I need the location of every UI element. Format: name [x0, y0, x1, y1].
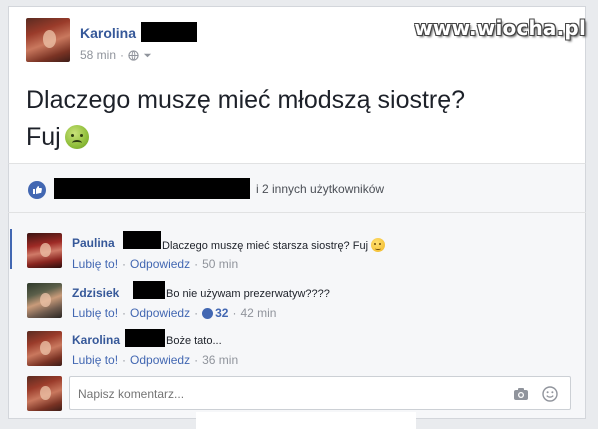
- actions-separator: ·: [122, 257, 127, 271]
- actions-separator: ·: [122, 353, 127, 367]
- comment-avatar-karolina[interactable]: [27, 331, 62, 366]
- redaction-bar: [133, 281, 165, 299]
- comment-text: Dlaczego muszę mieć starsza siostrę? Fuj: [162, 238, 386, 252]
- emoji-icon[interactable]: [542, 386, 558, 402]
- like-icon[interactable]: [28, 181, 46, 199]
- comment-actions: Lubię to! · Odpowiedz · 32 · 42 min: [72, 306, 276, 320]
- active-comment-indicator: [10, 229, 12, 269]
- post-time[interactable]: 58 min: [80, 48, 116, 62]
- comment-time[interactable]: 36 min: [202, 353, 238, 367]
- reaction-count-value: 32: [215, 306, 229, 320]
- comment-author[interactable]: Karolina: [72, 333, 120, 347]
- post-author-avatar[interactable]: [26, 18, 70, 62]
- post-text-line2: Fuj: [26, 123, 89, 152]
- redaction-bar: [123, 231, 161, 249]
- post-author-name[interactable]: Karolina: [80, 25, 136, 41]
- post-text-line2-label: Fuj: [26, 123, 61, 151]
- comment-input[interactable]: [78, 387, 478, 401]
- reaction-count[interactable]: 32: [202, 306, 228, 320]
- comment-time[interactable]: 50 min: [202, 257, 238, 271]
- globe-icon: [128, 49, 139, 61]
- actions-separator: ·: [194, 306, 199, 320]
- comment-text-label: Dlaczego muszę mieć starsza siostrę? Fuj: [162, 240, 369, 252]
- avatar-face: [40, 385, 51, 400]
- comment-text: Bo nie używam prezerwatyw????: [166, 288, 330, 300]
- comment-time[interactable]: 42 min: [240, 306, 276, 320]
- watermark: www.wiocha.pl: [414, 16, 586, 40]
- actions-separator: ·: [232, 306, 237, 320]
- comment-actions: Lubię to! · Odpowiedz · 36 min: [72, 353, 238, 367]
- avatar-face: [40, 340, 51, 355]
- redaction-bar: [141, 22, 197, 42]
- post-meta: 58 min ·: [80, 48, 152, 62]
- chevron-down-icon[interactable]: [143, 51, 152, 60]
- likes-summary[interactable]: i 2 innych użytkowników: [256, 182, 384, 196]
- reply-link[interactable]: Odpowiedz: [130, 306, 190, 320]
- comment-text: Boże tato...: [166, 335, 222, 347]
- meta-separator: ·: [120, 48, 125, 62]
- actions-separator: ·: [194, 353, 199, 367]
- actions-separator: ·: [194, 257, 199, 271]
- comment-composer[interactable]: [69, 376, 571, 410]
- reply-link[interactable]: Odpowiedz: [130, 353, 190, 367]
- comment-author[interactable]: Paulina: [72, 236, 115, 250]
- like-reaction-icon: [202, 307, 214, 319]
- smirk-face-icon: [371, 238, 386, 252]
- avatar-face: [40, 242, 51, 257]
- comment-author[interactable]: Zdzisiek: [72, 286, 119, 300]
- redaction-bar: [125, 329, 165, 347]
- like-link[interactable]: Lubię to!: [72, 257, 118, 271]
- comment-actions: Lubię to! · Odpowiedz · 50 min: [72, 257, 238, 271]
- composer-avatar: [27, 376, 62, 411]
- section-divider: [8, 212, 586, 213]
- avatar-face: [42, 30, 56, 48]
- bottom-strip: [196, 412, 416, 429]
- post-text-line1: Dlaczego muszę mieć młodszą siostrę?: [26, 86, 466, 114]
- comment-avatar-zdzisiek[interactable]: [27, 283, 62, 318]
- nauseated-face-icon: [64, 125, 89, 149]
- reply-link[interactable]: Odpowiedz: [130, 257, 190, 271]
- camera-icon[interactable]: [513, 386, 529, 402]
- actions-separator: ·: [122, 306, 127, 320]
- like-link[interactable]: Lubię to!: [72, 306, 118, 320]
- redaction-bar: [54, 178, 250, 199]
- comment-avatar-paulina[interactable]: [27, 233, 62, 268]
- avatar-face: [40, 292, 51, 307]
- like-link[interactable]: Lubię to!: [72, 353, 118, 367]
